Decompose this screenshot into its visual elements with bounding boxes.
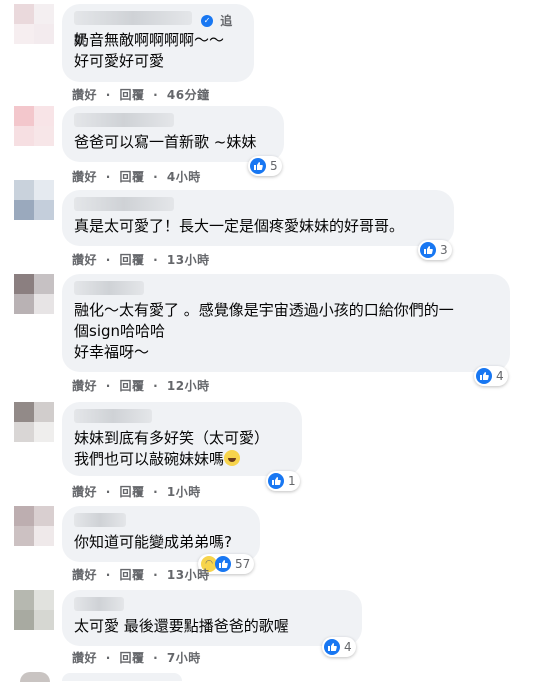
reply-button[interactable]: 回覆	[119, 651, 144, 665]
comment-actions: 讚好 · 回覆 · 46分鐘	[72, 86, 210, 103]
next-comment-avatar[interactable]	[20, 672, 50, 682]
avatar[interactable]	[14, 106, 54, 146]
like-button[interactable]: 讚好	[72, 485, 97, 499]
separator: ·	[153, 170, 159, 184]
separator: ·	[105, 88, 111, 102]
comment-bubble: 真是太可愛了！長大一定是個疼愛妹妹的好哥哥。	[62, 190, 454, 246]
avatar[interactable]	[14, 590, 54, 630]
like-reaction-icon	[476, 368, 492, 384]
comment-actions: 讚好 · 回覆 · 12小時	[72, 377, 210, 394]
like-reaction-icon	[250, 158, 266, 174]
comment-bubble: 爸爸可以寫一首新歌 ~妹妹	[62, 106, 284, 162]
timestamp[interactable]: 13小時	[167, 568, 210, 582]
comment-text: 真是太可愛了！長大一定是個疼愛妹妹的好哥哥。	[74, 217, 405, 235]
reply-button[interactable]: 回覆	[119, 568, 144, 582]
commenter-name[interactable]	[74, 113, 174, 127]
timestamp[interactable]: 12小時	[167, 379, 210, 393]
comment-text: 太可愛 最後還要點播爸爸的歌喔	[74, 617, 289, 635]
comment-text: 奶音無敵啊啊啊啊～～ 好可愛好可愛	[74, 31, 225, 70]
timestamp[interactable]: 7小時	[167, 651, 201, 665]
reaction-count: 5	[270, 159, 278, 173]
separator: ·	[153, 485, 159, 499]
comment-bubble: 融化～太有愛了 。感覺像是宇宙透過小孩的口給你們的一 個sign哈哈哈 好幸福呀…	[62, 274, 510, 372]
avatar[interactable]	[14, 506, 54, 546]
comment-actions: 讚好 · 回覆 · 13小時	[72, 566, 210, 583]
next-comment-bubble	[62, 673, 182, 681]
like-reaction-icon	[420, 242, 436, 258]
commenter-name[interactable]	[74, 281, 144, 295]
timestamp[interactable]: 46分鐘	[167, 88, 210, 102]
comment-text-body: 妹妹到底有多好笑（太可愛） 我們也可以敲碗妹妹嗎	[74, 429, 270, 468]
reaction-count: 4	[496, 369, 504, 383]
comment-bubble: 妹妹到底有多好笑（太可愛） 我們也可以敲碗妹妹嗎	[62, 402, 302, 476]
comment-text: 妹妹到底有多好笑（太可愛） 我們也可以敲碗妹妹嗎	[74, 428, 290, 470]
separator: ·	[153, 568, 159, 582]
like-button[interactable]: 讚好	[72, 651, 97, 665]
separator: ·	[105, 170, 111, 184]
comment-actions: 讚好 · 回覆 · 4小時	[72, 168, 201, 185]
like-button[interactable]: 讚好	[72, 88, 97, 102]
like-button[interactable]: 讚好	[72, 568, 97, 582]
like-button[interactable]: 讚好	[72, 170, 97, 184]
reaction-count: 1	[288, 474, 296, 488]
reply-button[interactable]: 回覆	[119, 170, 144, 184]
reaction-summary[interactable]: 4	[474, 366, 508, 386]
reaction-summary[interactable]: 4	[322, 637, 356, 657]
commenter-name[interactable]	[74, 409, 152, 423]
separator: ·	[105, 379, 111, 393]
comment-actions: 讚好 · 回覆 · 1小時	[72, 483, 201, 500]
separator: ·	[153, 651, 159, 665]
reply-button[interactable]: 回覆	[119, 88, 144, 102]
reply-button[interactable]: 回覆	[119, 379, 144, 393]
commenter-name[interactable]	[74, 513, 126, 527]
comment-actions: 讚好 · 回覆 · 7小時	[72, 649, 201, 666]
avatar[interactable]	[14, 4, 54, 44]
reaction-summary[interactable]: 3	[418, 240, 452, 260]
reaction-count: 57	[235, 557, 251, 571]
like-reaction-icon	[215, 556, 231, 572]
commenter-name[interactable]	[74, 11, 192, 25]
reply-button[interactable]: 回覆	[119, 485, 144, 499]
comment-actions: 讚好 · 回覆 · 13小時	[72, 251, 210, 268]
timestamp[interactable]: 1小時	[167, 485, 201, 499]
separator: ·	[105, 253, 111, 267]
reply-button[interactable]: 回覆	[119, 253, 144, 267]
verified-badge-icon: ✓	[201, 14, 214, 27]
timestamp[interactable]: 13小時	[167, 253, 210, 267]
like-reaction-icon	[324, 639, 340, 655]
separator: ·	[153, 379, 159, 393]
comment-bubble: ✓ 追蹤 奶音無敵啊啊啊啊～～ 好可愛好可愛	[62, 4, 254, 82]
grinning-emoji-icon	[224, 450, 241, 466]
separator: ·	[153, 253, 159, 267]
like-button[interactable]: 讚好	[72, 253, 97, 267]
separator: ·	[105, 485, 111, 499]
separator: ·	[153, 88, 159, 102]
comment-text: 融化～太有愛了 。感覺像是宇宙透過小孩的口給你們的一 個sign哈哈哈 好幸福呀…	[74, 301, 454, 361]
timestamp[interactable]: 4小時	[167, 170, 201, 184]
like-reaction-icon	[268, 473, 284, 489]
like-button[interactable]: 讚好	[72, 379, 97, 393]
avatar[interactable]	[14, 180, 54, 220]
reaction-summary[interactable]: 1	[266, 471, 300, 491]
comment-bubble: 太可愛 最後還要點播爸爸的歌喔	[62, 590, 362, 646]
avatar[interactable]	[14, 402, 54, 442]
comment-text: 爸爸可以寫一首新歌 ~妹妹	[74, 133, 257, 151]
avatar[interactable]	[14, 274, 54, 314]
comment-text: 你知道可能變成弟弟嗎?	[74, 533, 232, 551]
reaction-count: 3	[440, 243, 448, 257]
reaction-summary[interactable]: 5	[248, 156, 282, 176]
separator: ·	[105, 651, 111, 665]
commenter-name[interactable]	[74, 197, 174, 211]
separator: ·	[105, 568, 111, 582]
reaction-count: 4	[344, 640, 352, 654]
commenter-name[interactable]	[74, 597, 124, 611]
